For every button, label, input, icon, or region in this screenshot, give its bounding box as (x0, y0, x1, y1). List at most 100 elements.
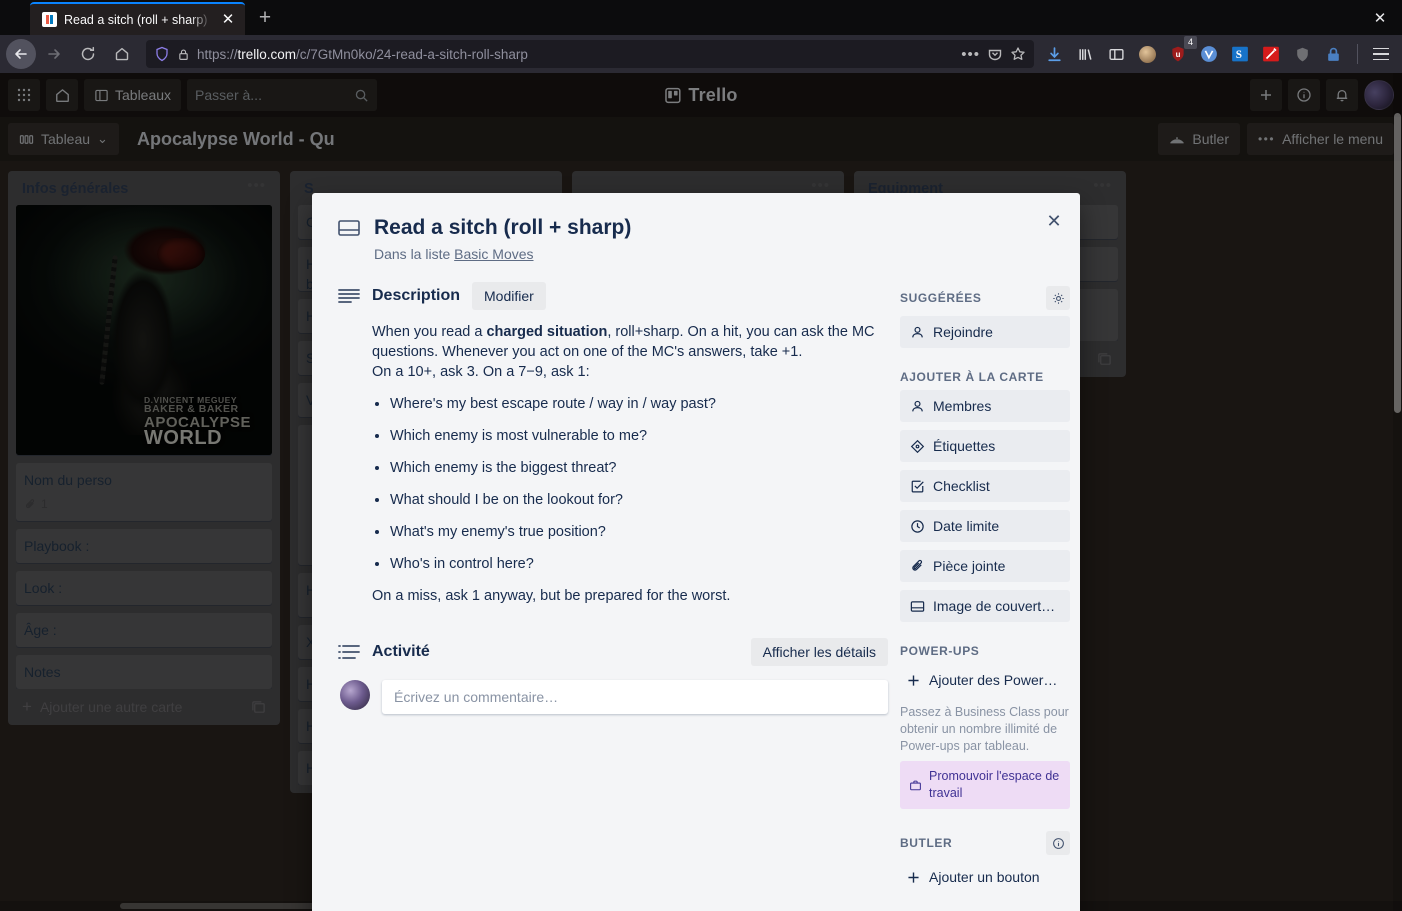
tab-close-icon[interactable]: ✕ (219, 11, 237, 29)
lock-icon (177, 48, 190, 61)
cover-image-icon (910, 600, 925, 613)
account-avatar-icon[interactable] (1135, 42, 1159, 66)
paperclip-icon (910, 559, 925, 574)
avatar[interactable] (340, 680, 370, 710)
reload-button[interactable] (72, 39, 104, 69)
comment-row: Écrivez un commentaire… (338, 680, 888, 714)
description-paragraph-2: On a 10+, ask 3. On a 7−9, ask 1: (372, 364, 590, 380)
sidebar-item-label: Pièce jointe (933, 558, 1006, 574)
description-bullet-list: Where's my best escape route / way in / … (390, 394, 888, 574)
library-icon[interactable] (1073, 42, 1097, 66)
add-powerups-label: Ajouter des Power… (929, 672, 1058, 688)
modal-main-column: Description Modifier When you read a cha… (328, 282, 888, 911)
description-paragraph-1: When you read a charged situation, roll+… (372, 322, 888, 362)
back-button[interactable] (6, 39, 36, 69)
promote-workspace-label: Promouvoir l'espace de travail (929, 769, 1060, 800)
list-item: Which enemy is most vulnerable to me? (390, 426, 888, 446)
new-tab-button[interactable]: + (251, 4, 279, 32)
description-heading: Description (372, 287, 461, 304)
promote-workspace-button[interactable]: Promouvoir l'espace de travail (900, 761, 1070, 809)
ublock-origin-icon[interactable]: u 4 (1166, 36, 1197, 66)
list-item: What should I be on the lookout for? (390, 490, 888, 510)
edit-description-button[interactable]: Modifier (472, 282, 546, 310)
butler-heading-label: BUTLER (900, 836, 953, 850)
gear-icon[interactable] (1046, 286, 1070, 310)
forward-button[interactable] (38, 39, 70, 69)
sidebar-item-label: Rejoindre (933, 324, 993, 340)
window-close-button[interactable]: ✕ (1366, 6, 1394, 30)
sidebar-item-rejoindre[interactable]: Rejoindre (900, 316, 1070, 348)
sidebar-item-date-limite[interactable]: Date limite (900, 510, 1070, 542)
desc-p1-pre: When you read a (372, 324, 487, 340)
toolbar-divider (1357, 44, 1358, 64)
activity-icon (338, 643, 360, 661)
modal-sidebar: SUGGÉRÉES Rejoindre AJOUTER À LA CARTE M… (900, 282, 1070, 911)
add-powerups-button[interactable]: Ajouter des Power… (900, 664, 1070, 696)
svg-text:S: S (1236, 49, 1242, 61)
page-title[interactable]: Read a sitch (roll + sharp) (374, 215, 631, 241)
add-heading-label: AJOUTER À LA CARTE (900, 370, 1044, 384)
url-bar[interactable]: https://trello.com/c/7GtMn0ko/24-read-a-… (146, 40, 1034, 68)
person-icon (910, 399, 925, 414)
briefcase-icon (909, 769, 922, 802)
in-list-prefix: Dans la liste (374, 246, 451, 262)
bookmark-star-icon[interactable] (1010, 46, 1026, 62)
trello-favicon (42, 12, 57, 27)
person-icon (910, 325, 925, 340)
powerups-heading: POWER-UPS (900, 644, 1070, 658)
page-actions-icon[interactable]: ••• (961, 46, 980, 63)
add-to-card-heading: AJOUTER À LA CARTE (900, 370, 1070, 384)
comment-input[interactable]: Écrivez un commentaire… (382, 680, 888, 714)
shield-extension-icon[interactable] (1290, 42, 1314, 66)
modal-body: Description Modifier When you read a cha… (328, 282, 1070, 911)
browser-tab[interactable]: Read a sitch (roll + sharp) ✕ (30, 2, 245, 35)
sidebar-item-membres[interactable]: Membres (900, 390, 1070, 422)
suggested-heading-row: SUGGÉRÉES (900, 286, 1070, 310)
tracking-shield-icon[interactable] (154, 46, 170, 62)
sidebar-item-label: Étiquettes (933, 438, 996, 454)
lock-extension-icon[interactable] (1321, 42, 1345, 66)
checkbox-icon (910, 479, 925, 494)
card-cover-icon (338, 219, 360, 262)
show-details-button[interactable]: Afficher les détails (750, 638, 888, 666)
ublock-badge-count: 4 (1184, 36, 1197, 49)
list-item: Who's in control here? (390, 554, 888, 574)
svg-text:u: u (1176, 50, 1181, 59)
trello-app: Tableaux Passer à... Trello Tableau ⌄ Ap… (0, 73, 1402, 911)
sidebar-item-etiquettes[interactable]: Étiquettes (900, 430, 1070, 462)
plus-icon (906, 870, 921, 885)
sidebar-icon[interactable] (1104, 42, 1128, 66)
home-button[interactable] (106, 39, 138, 69)
description-body[interactable]: When you read a charged situation, roll+… (338, 322, 888, 606)
list-link[interactable]: Basic Moves (454, 246, 533, 262)
list-item: What's my enemy's true position? (390, 522, 888, 542)
wand-extension-icon[interactable] (1259, 42, 1283, 66)
browser-window: Read a sitch (roll + sharp) ✕ + ✕ https:… (0, 0, 1402, 911)
butler-add-label: Ajouter un bouton (929, 869, 1040, 885)
clock-icon (910, 519, 925, 534)
sidebar-item-image-de-couverture[interactable]: Image de couvert… (900, 590, 1070, 622)
activity-header: Activité Afficher les détails (338, 638, 888, 666)
app-menu-button[interactable] (1366, 40, 1396, 68)
plus-icon (906, 673, 921, 688)
butler-heading-row: BUTLER (900, 831, 1070, 855)
suggested-heading: SUGGÉRÉES (900, 291, 982, 305)
page-vertical-scrollbar[interactable] (1393, 73, 1402, 911)
navigation-toolbar: https://trello.com/c/7GtMn0ko/24-read-a-… (0, 35, 1402, 73)
info-icon[interactable] (1046, 831, 1070, 855)
extension-toolbar: u 4 S (1042, 36, 1349, 66)
activity-heading: Activité (372, 643, 430, 660)
downloads-icon[interactable] (1042, 42, 1066, 66)
pocket-icon[interactable] (987, 46, 1003, 62)
comment-placeholder: Écrivez un commentaire… (394, 689, 559, 705)
close-icon[interactable]: ✕ (1038, 205, 1070, 237)
sidebar-item-checklist[interactable]: Checklist (900, 470, 1070, 502)
description-paragraph-3: On a miss, ask 1 anyway, but be prepared… (372, 588, 731, 604)
sidebar-item-label: Image de couvert… (933, 598, 1056, 614)
sidebar-item-piece-jointe[interactable]: Pièce jointe (900, 550, 1070, 582)
tab-strip: Read a sitch (roll + sharp) ✕ + ✕ (0, 0, 1402, 35)
s-extension-icon[interactable]: S (1228, 42, 1252, 66)
butler-add-button[interactable]: Ajouter un bouton (900, 861, 1070, 893)
vivino-icon[interactable] (1197, 42, 1221, 66)
tab-title: Read a sitch (roll + sharp) (64, 12, 208, 27)
